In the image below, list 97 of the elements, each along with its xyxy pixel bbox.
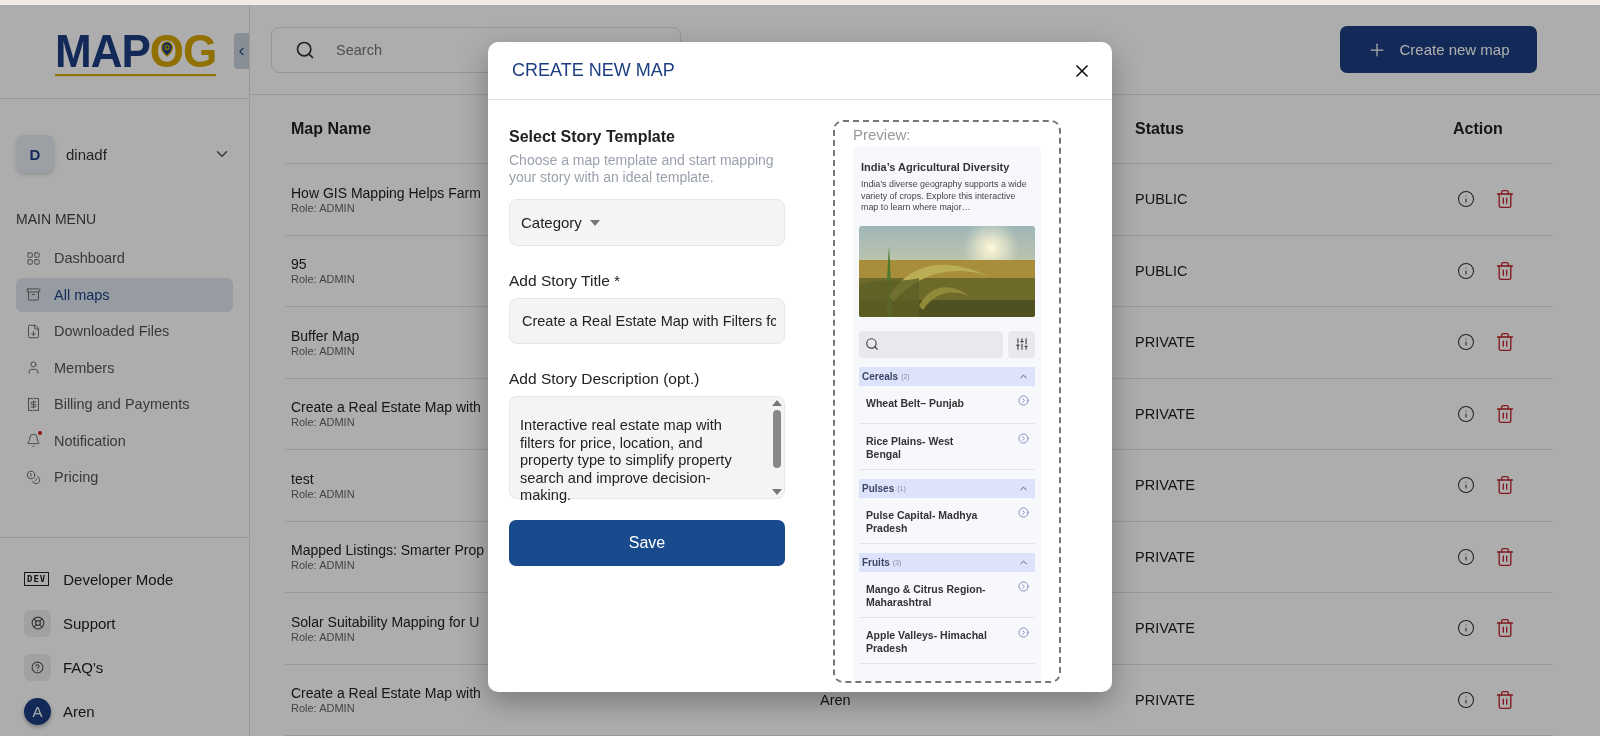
info-icon[interactable] [1457,190,1475,209]
column-header: Action [1453,120,1503,138]
user-icon [26,360,41,375]
map-name[interactable]: Create a Real Estate Map with [291,685,481,702]
map-name[interactable]: Create a Real Estate Map with [291,399,481,416]
map-role: Role: ADMIN [291,630,355,643]
category-item[interactable]: Wheat Belt– Punjab [859,385,1035,424]
menu-item[interactable]: Notification [16,423,233,458]
menu-link[interactable]: Aren [63,702,95,720]
menu-item[interactable]: Members [16,350,233,385]
archive-icon [26,287,41,302]
field-label: Add Story Description (opt.) [509,370,701,388]
filter-button[interactable] [1008,330,1035,358]
info-icon[interactable] [1457,476,1475,495]
bell-icon [26,433,41,448]
menu-item[interactable]: All maps [16,277,233,312]
arrow-circle-icon [1018,580,1029,592]
create-map-button[interactable]: Create new map [1340,26,1537,73]
user-avatar: A [24,697,51,725]
column-header: Status [1135,120,1184,138]
lifebuoy-icon [24,609,51,637]
map-name[interactable]: Buffer Map [291,327,360,344]
arrow-circle-icon [1018,394,1029,406]
map-status: PRIVATE [1135,477,1195,494]
category-item[interactable]: Pulse Capital- Madhya Pradesh [859,497,1035,544]
grid-icon [26,250,41,266]
arrow-circle-icon [1018,626,1029,638]
category-select[interactable]: Category [509,199,785,246]
map-role: Role: ADMIN [291,201,355,214]
map-name[interactable]: How GIS Mapping Helps Farm [291,184,481,201]
map-role: Role: ADMIN [291,273,355,286]
map-name[interactable]: Mapped Listings: Smarter Prop [291,542,484,559]
menu-item[interactable]: Downloaded Files [16,314,233,348]
arrow-circle-icon [1018,432,1029,444]
download-icon [26,323,41,339]
save-button[interactable]: Save [509,520,785,566]
search-icon [295,39,315,60]
owner-name: Aren [820,691,851,708]
menu-link[interactable]: FAQ's [63,658,104,676]
menu-link[interactable]: Developer Mode [63,570,174,588]
map-name[interactable]: Solar Suitability Mapping for U [291,613,480,630]
map-status: PRIVATE [1135,334,1195,351]
trash-icon[interactable] [1495,689,1515,710]
caret-icon [589,219,600,226]
collapse-button[interactable] [234,33,249,69]
map-role: Role: ADMIN [291,702,355,715]
trash-icon[interactable] [1495,546,1515,567]
trash-icon[interactable] [1495,260,1515,281]
preview-text: India’s diverse geography supports a wide variety of crops. Explore this interactive map to learn where major… [860,179,1028,214]
trash-icon[interactable] [1495,332,1515,353]
section-heading: Select Story Template [509,128,676,146]
account-avatar: D [16,135,54,173]
category-item[interactable]: Mango & Citrus Region- Maharashtral [859,571,1035,618]
map-status: PUBLIC [1135,191,1188,208]
trash-icon[interactable] [1495,189,1515,210]
map-status: PRIVATE [1135,620,1195,637]
info-icon[interactable] [1457,547,1475,566]
info-icon[interactable] [1457,690,1475,709]
preview-title: India’s Agricultural Diversity [860,161,1011,173]
section-hint: Choose a map template and start mapping your story with an ideal template. [509,152,775,186]
category-item[interactable]: Rice Plains- West Bengal [859,423,1035,470]
arrow-circle-icon [1018,506,1029,518]
logo: MAPOG [55,27,217,76]
info-icon[interactable] [1457,619,1475,638]
map-role: Role: ADMIN [291,344,355,357]
map-status: PRIVATE [1135,405,1195,422]
menu-item[interactable]: Pricing [16,460,233,494]
receipt-icon [26,396,41,412]
map-status: PUBLIC [1135,262,1188,279]
coins-icon [26,469,41,485]
account-name: dinadf [66,145,108,163]
map-name[interactable]: test [291,470,314,487]
map-role: Role: ADMIN [291,416,355,429]
info-icon[interactable] [1457,333,1475,352]
help-icon [24,653,51,681]
menu-item[interactable]: Billing and Payments [16,387,233,421]
menu-heading: MAIN MENU [15,210,98,229]
category-item[interactable]: Apple Valleys- Himachal Pradesh [859,617,1035,664]
preview-label: Preview: [853,126,911,143]
map-name[interactable]: 95 [291,256,307,273]
trash-icon[interactable] [1495,475,1515,496]
map-status: PRIVATE [1135,548,1195,565]
trash-icon[interactable] [1495,618,1515,639]
info-icon[interactable] [1457,404,1475,423]
map-role: Role: ADMIN [291,487,355,500]
sliders-icon [1014,337,1029,351]
menu-link[interactable]: Support [63,614,116,632]
column-header: Map Name [291,120,372,138]
dev-badge: DEV [24,572,50,586]
search-icon [865,337,879,351]
map-role: Role: ADMIN [291,559,355,572]
trash-icon[interactable] [1495,403,1515,424]
map-status: PRIVATE [1135,691,1195,708]
field-label: Add Story Title * [509,272,622,290]
menu-item[interactable]: Dashboard [16,241,233,275]
preview-search-field[interactable] [859,330,1003,358]
info-icon[interactable] [1457,261,1475,280]
